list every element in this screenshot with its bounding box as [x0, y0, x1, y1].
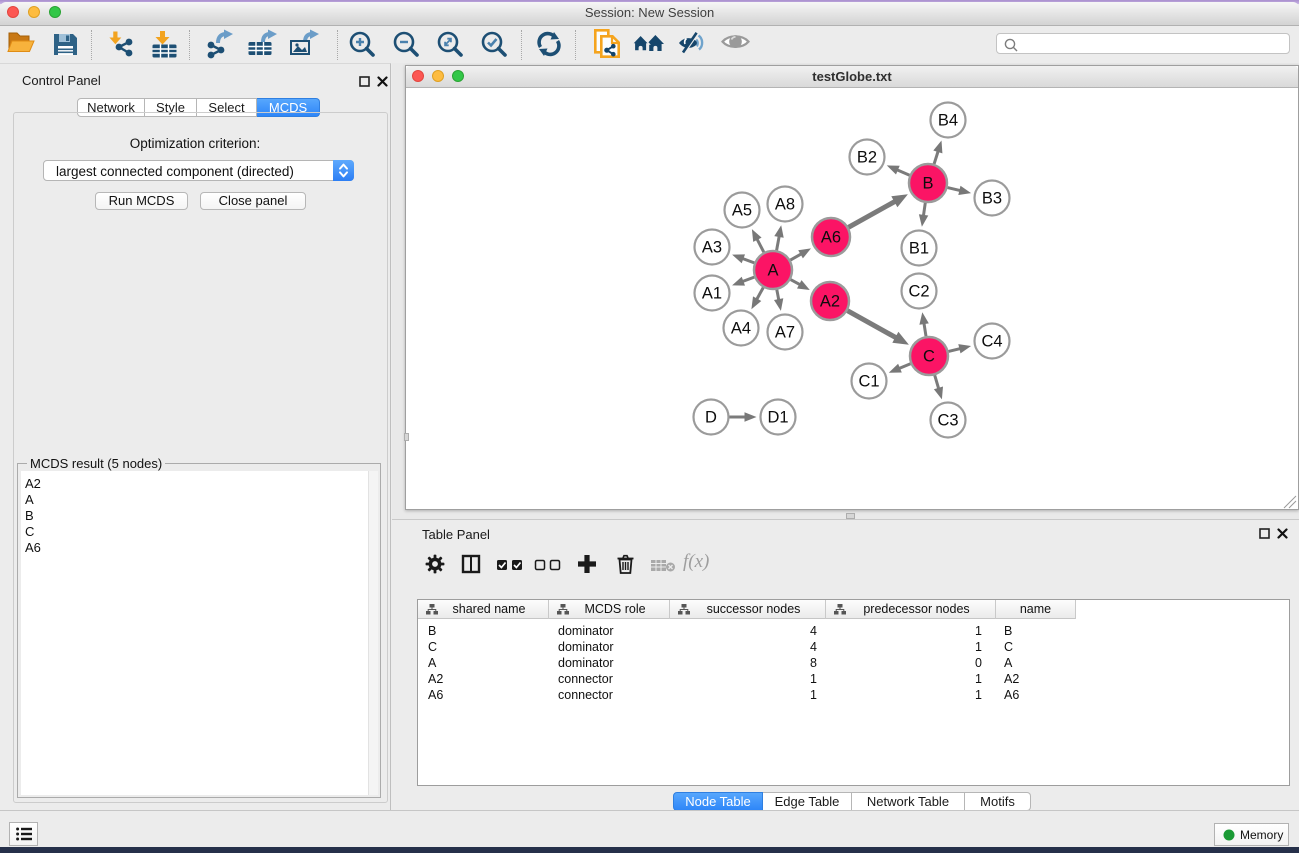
svg-text:C: C [923, 348, 935, 366]
svg-text:D: D [705, 409, 717, 427]
svg-text:A: A [767, 262, 778, 280]
svg-text:B: B [922, 175, 933, 193]
svg-text:A8: A8 [775, 196, 795, 214]
svg-text:C3: C3 [937, 412, 958, 430]
svg-text:A2: A2 [820, 293, 840, 311]
svg-text:A1: A1 [702, 285, 722, 303]
svg-text:C2: C2 [908, 283, 929, 301]
svg-text:D1: D1 [767, 409, 788, 427]
svg-text:A6: A6 [821, 229, 841, 247]
svg-text:B1: B1 [909, 240, 929, 258]
svg-text:A7: A7 [775, 324, 795, 342]
svg-text:A3: A3 [702, 239, 722, 257]
svg-text:B2: B2 [857, 149, 877, 167]
svg-text:C1: C1 [858, 373, 879, 391]
svg-text:C4: C4 [981, 333, 1002, 351]
svg-text:A4: A4 [731, 320, 751, 338]
svg-text:B3: B3 [982, 190, 1002, 208]
svg-text:B4: B4 [938, 112, 958, 130]
svg-text:A5: A5 [732, 202, 752, 220]
